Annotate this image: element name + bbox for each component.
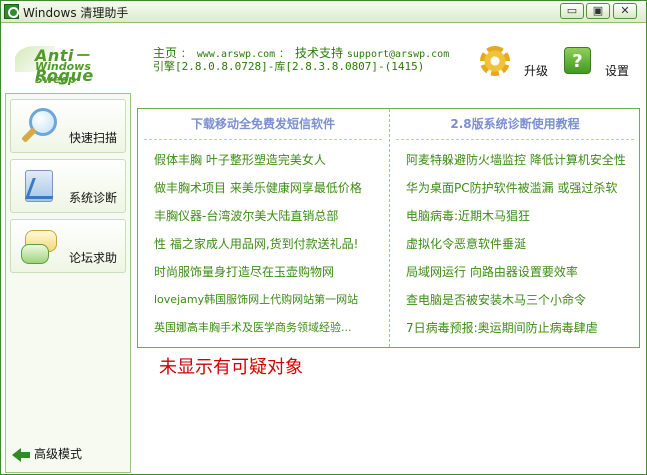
news-link[interactable]: 性 福之家成人用品网,货到付款送礼品! [154, 235, 358, 252]
sidebar-item-quick-scan[interactable]: 快速扫描 [10, 99, 126, 153]
news-link[interactable]: 做丰胸术项目 来美乐健康网享最低价格 [154, 179, 362, 196]
news-link[interactable]: 7日病毒预报:奥运期间防止病毒肆虐 [406, 319, 598, 336]
news-link[interactable]: 英国娜高丰胸手术及医学商务领域经验... [154, 319, 352, 335]
app-logo-icon [4, 4, 19, 19]
news-link[interactable]: 局域网运行 向路由器设置要效率 [406, 263, 578, 280]
news-link[interactable]: 虚拟化令恶意软件垂涎 [406, 235, 526, 252]
news-link[interactable]: 阿麦特躲避防火墙监控 降低计算机安全性 [406, 151, 626, 168]
magnifier-icon [19, 106, 59, 144]
logo-text-secondary: Windows Sweep [35, 60, 91, 86]
main-panel: 下载移动全免费发短信软件 假体丰胸 叶子整形塑造完美女人 做丰胸术项目 来美乐健… [135, 93, 645, 473]
sidebar-item-forum-help[interactable]: 论坛求助 [10, 219, 126, 273]
settings-button[interactable]: 设置 [605, 62, 629, 79]
header: Anti－Rogue Windows Sweep 主页 ： www.arswp.… [1, 24, 646, 88]
back-arrow-icon[interactable] [12, 448, 30, 462]
advanced-mode-button[interactable]: 高级模式 [34, 445, 82, 462]
product-logo: Anti－Rogue Windows Sweep [15, 36, 135, 86]
title-bar[interactable]: Windows 清理助手 ▭ ▣ ✕ [1, 1, 646, 23]
settings-help-icon[interactable]: ? [564, 47, 591, 74]
sidebar: 快速扫描 系统诊断 论坛求助 高级模式 [5, 93, 131, 473]
news-link[interactable]: 查电脑是否被安装木马三个小命令 [406, 291, 586, 308]
maximize-button[interactable]: ▣ [586, 3, 610, 19]
news-link[interactable]: lovejamy韩国服饰网上代购网站第一网站 [154, 291, 358, 307]
forum-icon [19, 226, 59, 264]
upgrade-button[interactable]: 升级 [524, 62, 548, 79]
sidebar-item-system-diagnosis[interactable]: 系统诊断 [10, 159, 126, 213]
news-header-right[interactable]: 2.8版系统诊断使用教程 [390, 115, 640, 132]
news-link[interactable]: 华为桌面PC防护软件被滥漏 或强过杀软 [406, 179, 617, 196]
news-box: 下载移动全免费发短信软件 假体丰胸 叶子整形塑造完美女人 做丰胸术项目 来美乐健… [137, 108, 640, 348]
app-window: Windows 清理助手 ▭ ▣ ✕ Anti－Rogue Windows Sw… [0, 0, 647, 475]
engine-version: 引擎[2.8.0.8.0728]-库[2.8.3.8.0807]-(1415) [153, 60, 425, 73]
news-link[interactable]: 丰胸仪器-台湾波尔美大陆直销总部 [154, 207, 338, 224]
scan-status-message: 未显示有可疑对象 [159, 357, 303, 378]
sidebar-item-label: 论坛求助 [68, 251, 117, 265]
diagnose-icon [19, 166, 59, 204]
sidebar-item-label: 快速扫描 [68, 131, 117, 145]
close-button[interactable]: ✕ [613, 3, 637, 19]
news-link[interactable]: 假体丰胸 叶子整形塑造完美女人 [154, 151, 326, 168]
news-column-right: 2.8版系统诊断使用教程 阿麦特躲避防火墙监控 降低计算机安全性 华为桌面PC防… [389, 109, 639, 347]
news-link[interactable]: 时尚服饰量身打造尽在玉壶购物网 [154, 263, 334, 280]
news-link[interactable]: 电脑病毒:近期木马猖狂 [406, 207, 530, 224]
sidebar-item-label: 系统诊断 [68, 191, 117, 205]
upgrade-gear-icon[interactable] [480, 46, 510, 76]
window-title: Windows 清理助手 [23, 6, 129, 20]
minimize-button[interactable]: ▭ [560, 3, 584, 19]
news-column-left: 下载移动全免费发短信软件 假体丰胸 叶子整形塑造完美女人 做丰胸术项目 来美乐健… [138, 109, 388, 347]
news-header-left[interactable]: 下载移动全免费发短信软件 [138, 115, 388, 132]
